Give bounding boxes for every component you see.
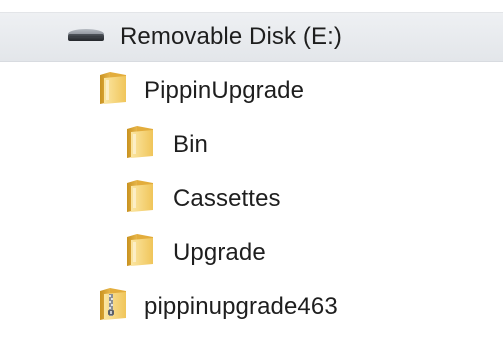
tree-item-label: Cassettes (173, 185, 281, 212)
folder-icon (125, 233, 155, 274)
tree-item-upgrade[interactable]: Upgrade (0, 226, 503, 280)
tree-item-label: Upgrade (173, 239, 266, 266)
tree-item-cassettes[interactable]: Cassettes (0, 172, 503, 226)
tree-item-pippinupgrade463[interactable]: pippinupgrade463 (0, 280, 503, 334)
tree-item-label: Removable Disk (E:) (120, 23, 342, 50)
tree-item-label: Bin (173, 131, 208, 158)
folder-icon (125, 125, 155, 166)
tree-item-label: PippinUpgrade (144, 77, 305, 104)
navigation-tree: Removable Disk (E:) PippinUpgrade Bin Ca… (0, 0, 503, 360)
tree-item-removable-disk[interactable]: Removable Disk (E:) (0, 12, 503, 62)
tree-item-pippinupgrade[interactable]: PippinUpgrade (0, 64, 503, 118)
removable-drive-icon (66, 23, 106, 52)
tree-item-bin[interactable]: Bin (0, 118, 503, 172)
zipped-folder-icon (98, 287, 128, 328)
folder-icon (98, 71, 128, 112)
folder-icon (125, 179, 155, 220)
tree-item-label: pippinupgrade463 (144, 293, 338, 320)
